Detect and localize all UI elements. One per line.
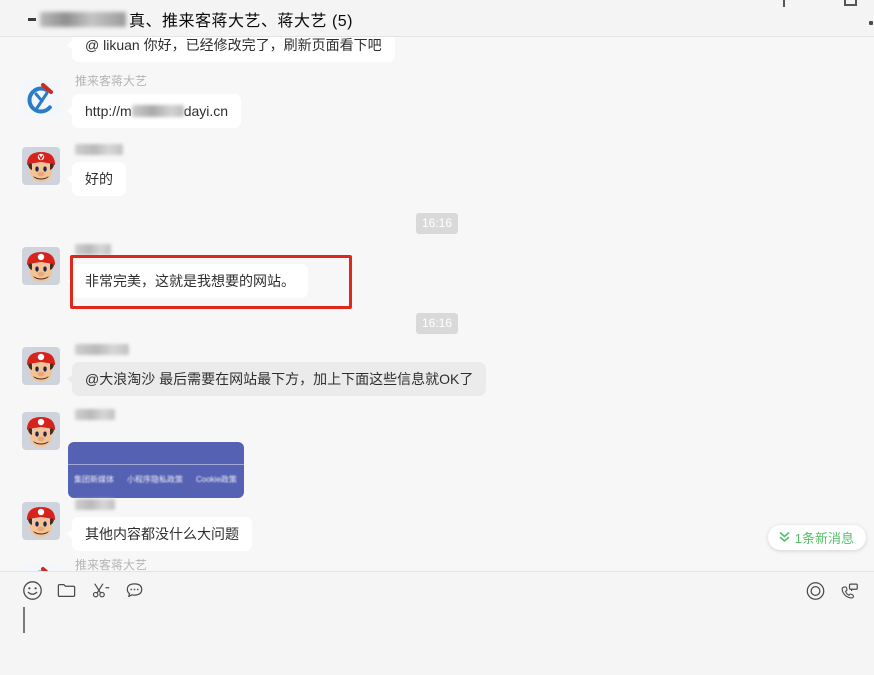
new-message-pill[interactable]: 1条新消息 — [767, 525, 866, 550]
image-message-website-footer[interactable]: 集团新媒体 小程序隐私政策 Cookie政策 联系 — [68, 442, 244, 498]
sender-name-redacted — [75, 407, 874, 421]
message-bubble[interactable]: 好的 — [67, 162, 126, 196]
new-message-pill-label: 1条新消息 — [794, 531, 854, 546]
folder-icon[interactable] — [56, 580, 77, 601]
sender-name-redacted — [75, 497, 874, 511]
avatar-mario[interactable] — [22, 147, 60, 185]
chat-header: 真、推来客蒋大艺、蒋大艺 (5) — [0, 0, 874, 37]
footer-divider-line — [68, 464, 244, 465]
input-panel — [0, 571, 874, 675]
message-bubble[interactable]: 其他内容都没什么大问题 — [67, 517, 252, 551]
message-scroll-area[interactable]: @ likuan 你好，已经修改完了，刷新页面看下吧 推来客蒋大艺 http:/… — [0, 37, 874, 571]
maximize-icon[interactable] — [844, 0, 857, 6]
name-redacted-blur — [75, 499, 115, 510]
message-bubble-mention[interactable]: @大浪淘沙 最后需要在网站最下方，加上下面这些信息就OK了 — [66, 362, 487, 396]
url-suffix: dayi.cn — [183, 103, 229, 119]
avatar-mario[interactable] — [22, 347, 60, 385]
message-input[interactable] — [22, 606, 854, 666]
voice-record-icon[interactable] — [805, 580, 826, 601]
message-row: 推来客蒋大艺 http://m dayi.cn — [0, 74, 874, 128]
footer-link: 集团新媒体 — [74, 475, 114, 484]
sender-name-redacted — [75, 142, 874, 156]
chat-title: 真、推来客蒋大艺、蒋大艺 (5) — [28, 8, 353, 30]
url-redacted-blur — [131, 105, 184, 117]
message-bubble[interactable]: 非常完美，这就是我想要的网站。 — [67, 264, 308, 298]
message-bubble-url[interactable]: http://m dayi.cn — [66, 94, 242, 128]
window-edge-dot — [869, 21, 873, 25]
avatar-tuilaike-logo[interactable] — [22, 563, 60, 571]
message-bubble[interactable]: @ likuan 你好，已经修改完了，刷新页面看下吧 — [67, 37, 395, 62]
timestamp-badge: 16:16 — [415, 313, 459, 334]
title-redacted-blur — [40, 11, 126, 27]
chat-history-icon[interactable] — [124, 580, 145, 601]
timestamp-badge: 16:16 — [415, 213, 459, 234]
title-redacted-tick — [28, 17, 36, 21]
toolbar-right-group — [805, 580, 860, 601]
chat-title-text: 真、推来客蒋大艺、蒋大艺 (5) — [129, 13, 354, 30]
sender-name: 推来客蒋大艺 — [75, 74, 148, 88]
text-caret — [23, 607, 25, 633]
name-redacted-blur — [75, 344, 129, 355]
url-prefix: http://m — [85, 103, 132, 119]
message-row: 其他内容都没什么大问题 — [0, 497, 874, 551]
name-redacted-blur — [75, 144, 123, 155]
sender-name-redacted — [75, 242, 874, 256]
message-row: 好的 — [0, 142, 874, 196]
message-row: @ likuan 你好，已经修改完了，刷新页面看下吧 — [0, 37, 874, 62]
avatar-mario[interactable] — [22, 412, 60, 450]
toolbar-left-group — [22, 580, 145, 601]
avatar-mario[interactable] — [22, 502, 60, 540]
name-redacted-blur — [75, 409, 115, 420]
message-row: 推来客蒋大艺 — [0, 558, 874, 571]
screenshot-scissors-icon[interactable] — [90, 580, 111, 601]
video-call-icon[interactable] — [839, 580, 860, 601]
sender-name: 推来客蒋大艺 — [75, 558, 148, 571]
avatar-tuilaike-logo[interactable] — [22, 79, 60, 117]
wechat-chat-window: 真、推来客蒋大艺、蒋大艺 (5) @ likuan 你好，已经修改完了，刷新页面… — [0, 0, 874, 675]
footer-link: 小程序隐私政策 — [127, 475, 183, 484]
avatar-mario[interactable] — [22, 247, 60, 285]
name-redacted-blur — [75, 244, 111, 255]
message-row: @大浪淘沙 最后需要在网站最下方，加上下面这些信息就OK了 — [0, 342, 874, 396]
footer-link: Cookie政策 — [196, 475, 237, 484]
footer-links-blurred: 集团新媒体 小程序隐私政策 Cookie政策 联系 — [74, 474, 244, 485]
message-row: 集团新媒体 小程序隐私政策 Cookie政策 联系 — [0, 407, 874, 498]
message-row: 非常完美，这就是我想要的网站。 — [0, 242, 874, 298]
double-chevron-down-icon — [779, 532, 790, 542]
emoji-icon[interactable] — [22, 580, 43, 601]
sender-name-redacted — [75, 342, 874, 356]
input-toolbar — [0, 580, 874, 604]
pin-icon[interactable] — [777, 0, 792, 7]
